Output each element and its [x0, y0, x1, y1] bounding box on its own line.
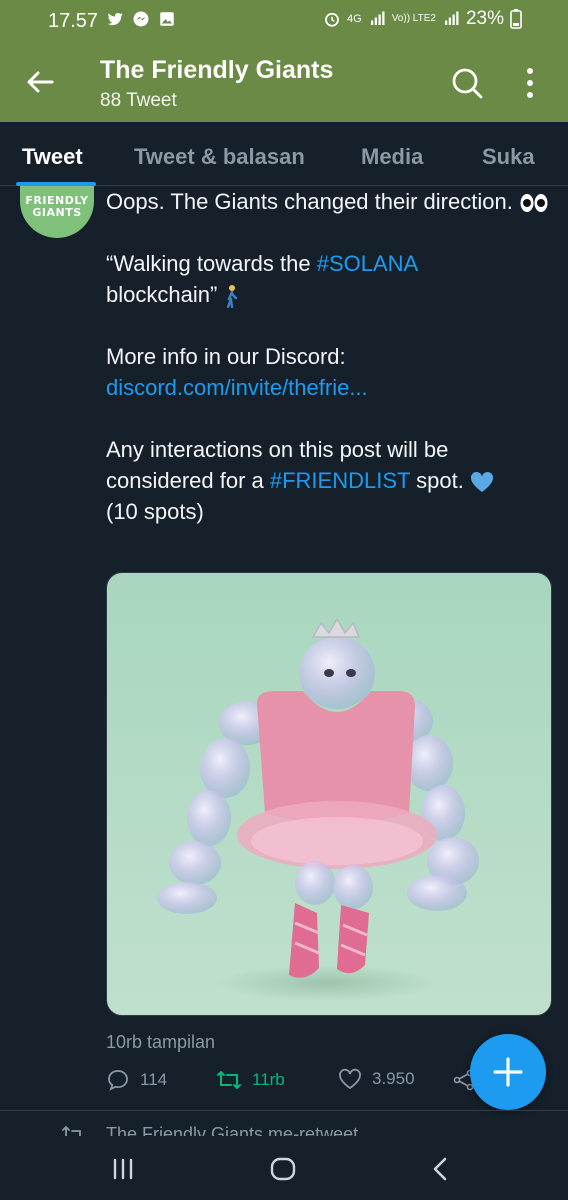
tab-tweet-replies[interactable]: Tweet & balasan: [134, 144, 305, 170]
more-vertical-icon[interactable]: [520, 66, 540, 100]
back-nav-icon[interactable]: [426, 1154, 456, 1184]
spots-count: (10 spots): [106, 499, 204, 524]
plus-icon: [493, 1057, 523, 1087]
pink-giant-illustration: [157, 617, 479, 1001]
hashtag-friendlist[interactable]: #FRIENDLIST: [270, 468, 410, 493]
like-button[interactable]: 3.950: [338, 1068, 415, 1090]
battery-level: 23%: [465, 8, 504, 29]
gallery-icon: [160, 12, 174, 26]
profile-tabs: Tweet Tweet & balasan Media Suka: [0, 122, 568, 186]
recent-apps-icon[interactable]: [108, 1154, 138, 1184]
blue-heart-emoji-icon: [470, 472, 494, 493]
view-count: 10rb tampilan: [106, 1032, 216, 1052]
discord-link[interactable]: discord.com/invite/thefrie...: [106, 375, 368, 400]
search-icon[interactable]: [450, 66, 484, 100]
reply-button[interactable]: 114: [106, 1068, 167, 1092]
quote-prefix: “Walking towards the: [106, 251, 317, 276]
retweet-icon: [217, 1071, 241, 1089]
battery-icon: [510, 9, 522, 29]
walking-person-emoji-icon: [227, 285, 238, 309]
tweet-media-image[interactable]: [106, 572, 552, 1016]
back-arrow-icon[interactable]: [22, 64, 58, 100]
reply-count: 114: [140, 1070, 168, 1089]
signal-icon: [370, 11, 385, 25]
compose-tweet-button[interactable]: [470, 1034, 546, 1110]
avatar-text-line2: GIANTS: [32, 206, 82, 219]
discord-info: More info in our Discord:: [106, 344, 346, 369]
android-nav-bar: [0, 1136, 568, 1200]
tweet-line1: Oops. The Giants changed their direction…: [106, 189, 513, 214]
quote-suffix: blockchain”: [106, 282, 218, 307]
cta-suffix: spot.: [410, 468, 464, 493]
status-bar: 17.57 4G Vo)) LTE2 23%: [0, 0, 568, 42]
tweet-paragraph-4: Any interactions on this post will be co…: [106, 434, 556, 527]
like-count: 3.950: [372, 1069, 415, 1088]
tweet-count: 88 Tweet: [100, 90, 177, 111]
volte-label: Vo)) LTE2: [391, 13, 436, 24]
tab-tweet[interactable]: Tweet: [22, 144, 83, 170]
tweet-paragraph-1: Oops. The Giants changed their direction…: [106, 186, 556, 217]
reply-icon: [108, 1070, 128, 1091]
profile-header: The Friendly Giants 88 Tweet: [0, 42, 568, 122]
tweet-divider: [0, 1110, 568, 1111]
retweet-count: 11rb: [252, 1070, 285, 1089]
tweet-paragraph-2: “Walking towards the #SOLANA blockchain”: [106, 248, 556, 310]
messenger-icon: [133, 11, 149, 27]
tab-media[interactable]: Media: [361, 144, 423, 170]
tweet-body: Oops. The Giants changed their direction…: [106, 186, 556, 527]
alarm-icon: [325, 12, 339, 27]
status-left-icons: [106, 10, 176, 28]
eyes-emoji-icon: [520, 194, 548, 213]
tweet-actions: 114 11rb 3.950: [106, 1068, 486, 1098]
profile-title: The Friendly Giants: [100, 56, 334, 84]
signal-2-icon: [444, 11, 459, 25]
twitter-bird-icon: [107, 12, 123, 26]
tweet-paragraph-3: More info in our Discord: discord.com/in…: [106, 341, 556, 403]
retweet-button[interactable]: 11rb: [216, 1068, 285, 1092]
home-icon[interactable]: [268, 1154, 298, 1184]
tab-likes[interactable]: Suka: [482, 144, 535, 170]
avatar[interactable]: FRIENDLY GIANTS: [20, 186, 94, 238]
hashtag-solana[interactable]: #SOLANA: [317, 251, 419, 276]
network-type: 4G: [347, 13, 362, 25]
status-right: 4G Vo)) LTE2 23%: [323, 8, 522, 30]
status-time: 17.57: [48, 10, 99, 32]
heart-icon: [339, 1068, 361, 1090]
